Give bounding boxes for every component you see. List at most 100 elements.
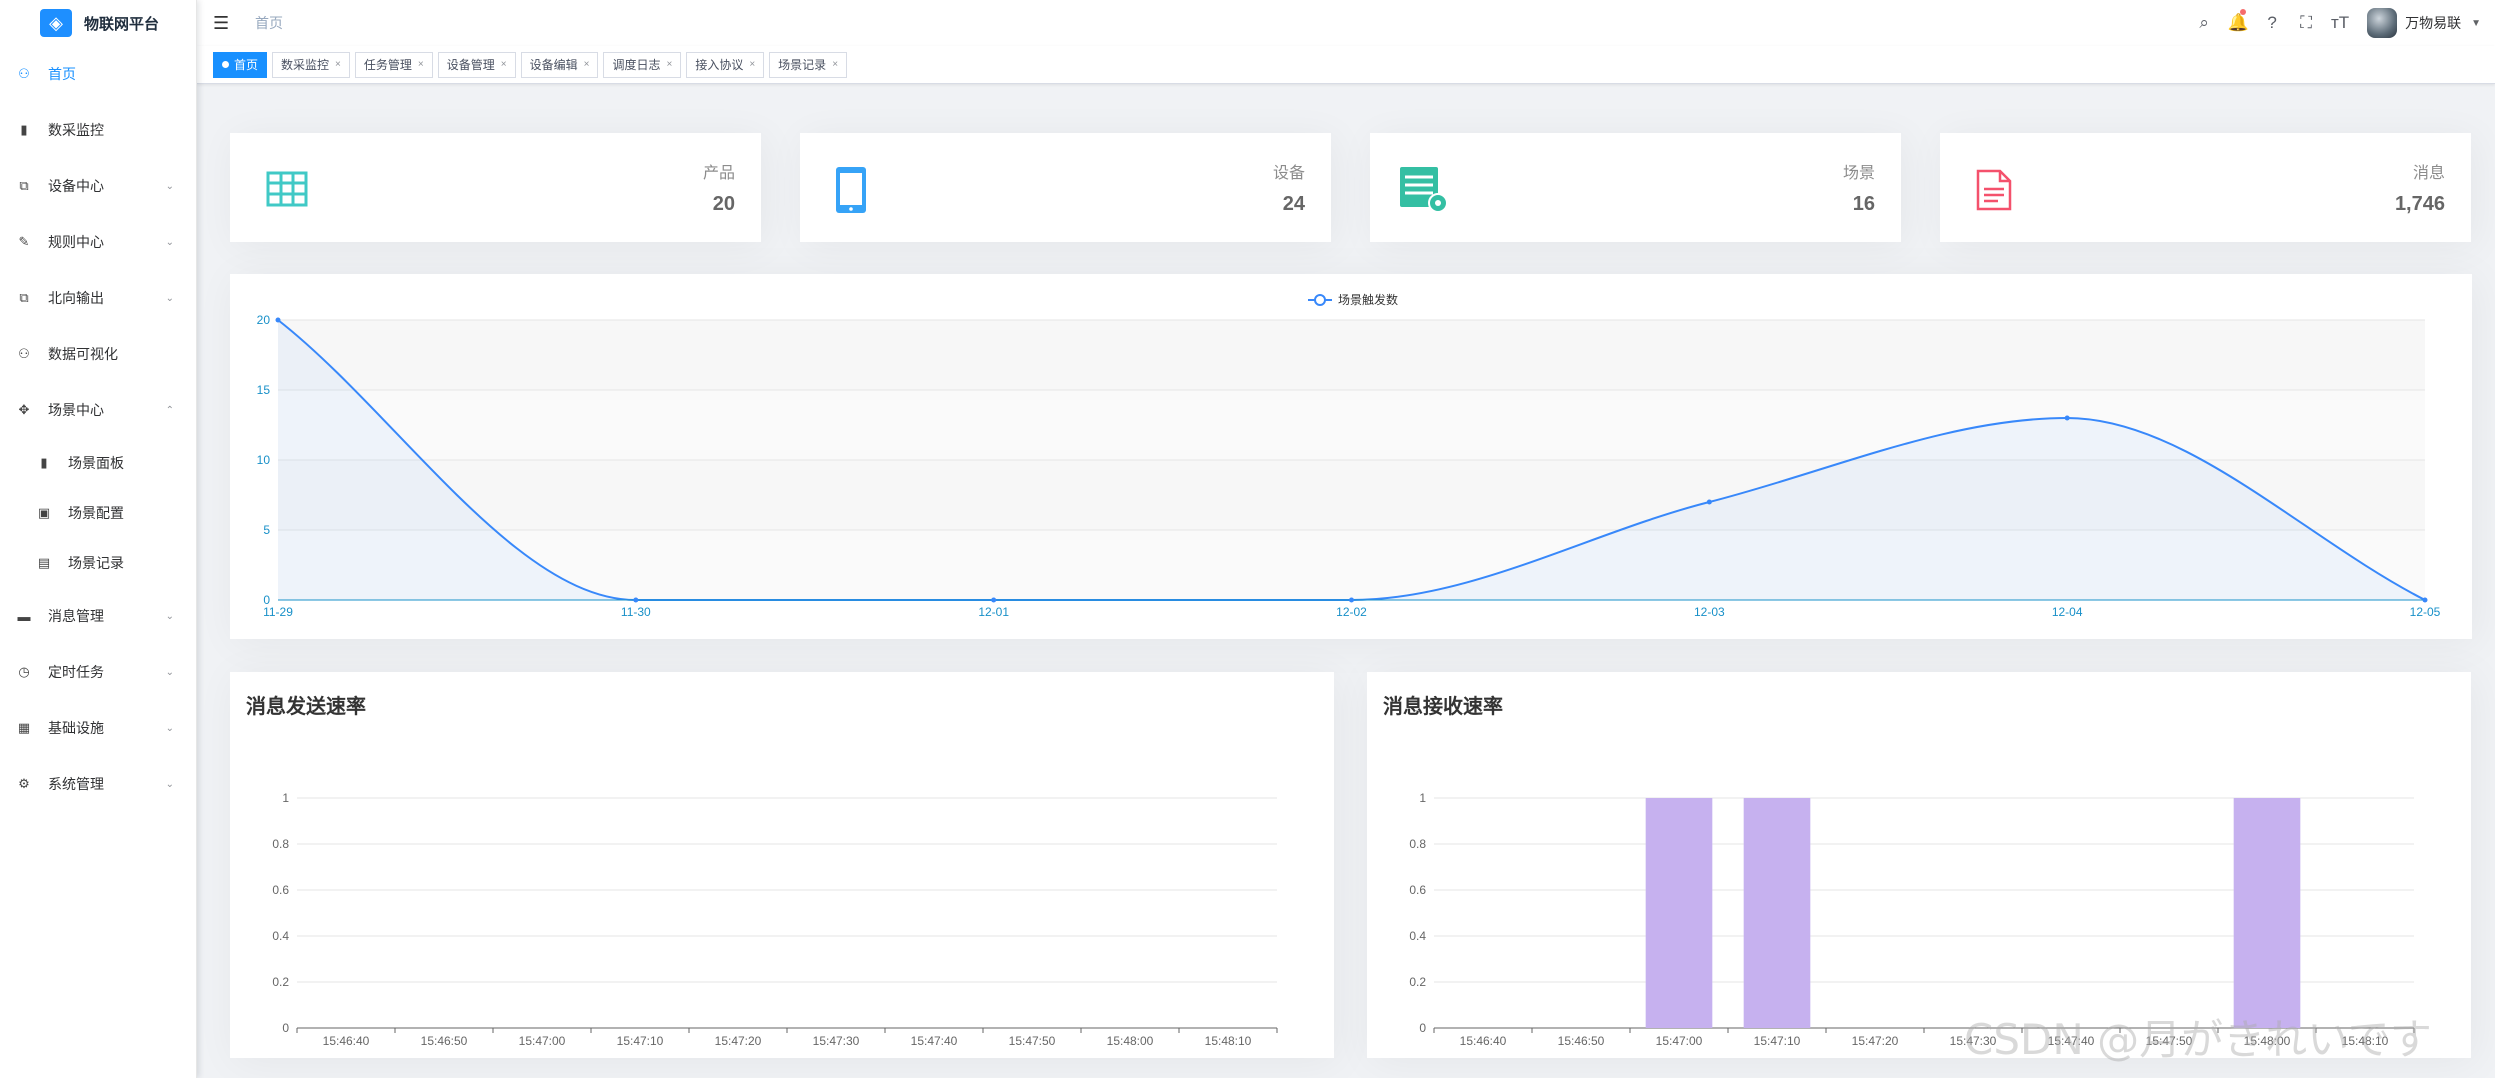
receive-rate-title: 消息接收速率 <box>1383 696 1503 718</box>
sidebar-subitem-1[interactable]: ▣ 场景配置 <box>0 488 196 538</box>
stat-label: 设备 <box>1272 165 1305 182</box>
sidebar-item-2[interactable]: ⧉ 设备中心 ⌄ <box>0 158 196 214</box>
sidebar-subitem-label: 场景记录 <box>68 555 124 571</box>
sidebar-subitem-label: 场景配置 <box>68 505 124 521</box>
active-dot <box>222 61 229 68</box>
x-tick-label: 15:47:50 <box>2146 1034 2193 1048</box>
sidebar-item-label: 数采监控 <box>48 122 104 138</box>
bar[interactable] <box>2233 798 2301 1028</box>
data-point <box>1706 499 1712 505</box>
visualization-icon: ⚇ <box>18 346 30 361</box>
sidebar-item-0[interactable]: ⚇ 首页 <box>0 46 196 102</box>
scene-trigger-chart-card: 0 5 10 15 20 11-29 11-30 12-01 12-02 12-03 12-04 12… <box>230 274 2472 639</box>
data-point <box>2064 415 2070 421</box>
y-tick-label: 20 <box>257 313 271 327</box>
sidebar-item-1[interactable]: ▮ 数采监控 <box>0 102 196 158</box>
tag-label: 调度日志 <box>612 57 661 72</box>
chevron-down-icon: ⌄ <box>165 236 174 248</box>
stat-card-3[interactable]: 消息 1,746 <box>1940 133 2471 242</box>
x-tick-label: 15:48:10 <box>2342 1034 2389 1048</box>
close-icon[interactable]: × <box>666 53 672 77</box>
close-icon[interactable]: × <box>501 53 507 77</box>
y-tick-label: 15 <box>257 383 271 397</box>
sidebar-item-6[interactable]: ✥ 场景中心 ⌃ <box>0 382 196 438</box>
search-icon[interactable]: ⌕ <box>2187 0 2221 46</box>
sidebar-item-3[interactable]: ✎ 规则中心 ⌄ <box>0 214 196 270</box>
record-icon: ▤ <box>37 555 51 570</box>
x-tick-label: 15:46:40 <box>323 1034 370 1048</box>
font-size-icon[interactable]: тT <box>2323 0 2357 46</box>
sidebar-subitem-2[interactable]: ▤ 场景记录 <box>0 538 196 588</box>
chevron-down-icon: ⌄ <box>165 722 174 734</box>
y-tick-label: 10 <box>257 453 271 467</box>
x-tick-label: 15:46:40 <box>1460 1034 1507 1048</box>
x-tick-label: 15:46:50 <box>1558 1034 1605 1048</box>
y-tick-label: 0.2 <box>1409 975 1426 989</box>
sidebar-item-5[interactable]: ⚇ 数据可视化 <box>0 326 196 382</box>
sidebar-item-8[interactable]: ◷ 定时任务 ⌄ <box>0 644 196 700</box>
sidebar-item-label: 消息管理 <box>48 608 104 624</box>
x-tick-label: 15:48:10 <box>1205 1034 1252 1048</box>
logo-icon: ◈ <box>40 9 72 37</box>
tag-6[interactable]: 接入协议 × <box>686 51 765 78</box>
logo[interactable]: ◈ 物联网平台 <box>0 0 196 46</box>
close-icon[interactable]: × <box>418 53 424 77</box>
sidebar-item-4[interactable]: ⧉ 北向输出 ⌄ <box>0 270 196 326</box>
close-icon[interactable]: × <box>335 53 341 77</box>
bar[interactable] <box>1743 798 1811 1028</box>
scene-trigger-chart: 0510152011-29 11-30 12-01 12-02 12-03 12-04 12… <box>257 292 2441 619</box>
y-tick-label: 1 <box>1419 791 1426 805</box>
stat-card-0[interactable]: 产品 20 <box>230 133 761 242</box>
bell-icon[interactable]: 🔔 <box>2221 0 2255 46</box>
x-tick-label: 12-01 <box>978 605 1009 619</box>
tag-label: 任务管理 <box>363 57 412 72</box>
receive-rate-card: 消息接收速率 0 0.2 0.4 0.6 0.8 1 15:46:40 15:46:50 15:… <box>1367 672 2471 1058</box>
chevron-down-icon: ⌄ <box>165 292 174 304</box>
close-icon[interactable]: × <box>832 53 838 77</box>
sidebar-item-label: 规则中心 <box>48 234 104 250</box>
caret-down-icon[interactable]: ▼ <box>2471 18 2481 29</box>
close-icon[interactable]: × <box>584 53 590 77</box>
x-tick-label: 12-02 <box>1336 605 1367 619</box>
sidebar-item-7[interactable]: ▬ 消息管理 ⌄ <box>0 588 196 644</box>
stat-value: 1,746 <box>2394 193 2445 215</box>
tag-7[interactable]: 场景记录 × <box>769 51 848 78</box>
tag-1[interactable]: 数采监控 × <box>272 51 350 78</box>
data-point <box>633 597 639 603</box>
x-tick-label: 15:47:50 <box>1009 1034 1056 1048</box>
avatar[interactable] <box>2367 8 2398 38</box>
bar[interactable] <box>1645 798 1713 1028</box>
tag-4[interactable]: 设备编辑 × <box>520 51 599 78</box>
export-icon: ⧉ <box>19 290 29 305</box>
scene-center-icon: ✥ <box>18 402 30 417</box>
stat-card-1[interactable]: 设备 24 <box>800 133 1331 242</box>
stat-value: 20 <box>712 193 735 215</box>
stat-card-2[interactable]: 场景 16 <box>1370 133 1901 242</box>
fullscreen-icon[interactable]: ⛶ <box>2289 0 2323 46</box>
tag-2[interactable]: 任务管理 × <box>354 51 433 78</box>
tag-3[interactable]: 设备管理 × <box>437 51 516 78</box>
username[interactable]: 万物易联 <box>2405 13 2461 33</box>
y-tick-label: 0 <box>282 1021 289 1035</box>
sidebar-item-label: 系统管理 <box>48 776 104 792</box>
close-icon[interactable]: × <box>749 53 755 77</box>
sidebar-subitem-0[interactable]: ▮ 场景面板 <box>0 438 196 488</box>
breadcrumb[interactable]: 首页 <box>255 13 283 33</box>
tag-0[interactable]: 首页 <box>213 51 268 78</box>
sidebar-item-9[interactable]: ▦ 基础设施 ⌄ <box>0 700 196 756</box>
sidebar-item-10[interactable]: ⚙ 系统管理 ⌄ <box>0 756 196 812</box>
chevron-down-icon: ⌄ <box>165 180 174 192</box>
sidebar-item-label: 设备中心 <box>48 178 104 194</box>
y-tick-label: 0.8 <box>272 837 289 851</box>
legend[interactable]: 场景触发数 <box>1308 292 1398 307</box>
hamburger-icon[interactable]: ☰ <box>213 13 233 34</box>
tag-label: 接入协议 <box>695 57 744 72</box>
tag-5[interactable]: 调度日志 × <box>603 51 682 78</box>
bar-chart-icon: ▮ <box>20 122 28 137</box>
right-menu: ⌕ 🔔? ⛶ тT 万物易联 ▼ <box>2187 0 2495 46</box>
tag-label: 设备编辑 <box>529 57 578 72</box>
notification-dot <box>2240 9 2247 15</box>
chevron-down-icon: ⌄ <box>165 610 174 622</box>
dashboard-icon: ⚇ <box>18 66 30 81</box>
help-icon[interactable]: ? <box>2255 0 2289 46</box>
